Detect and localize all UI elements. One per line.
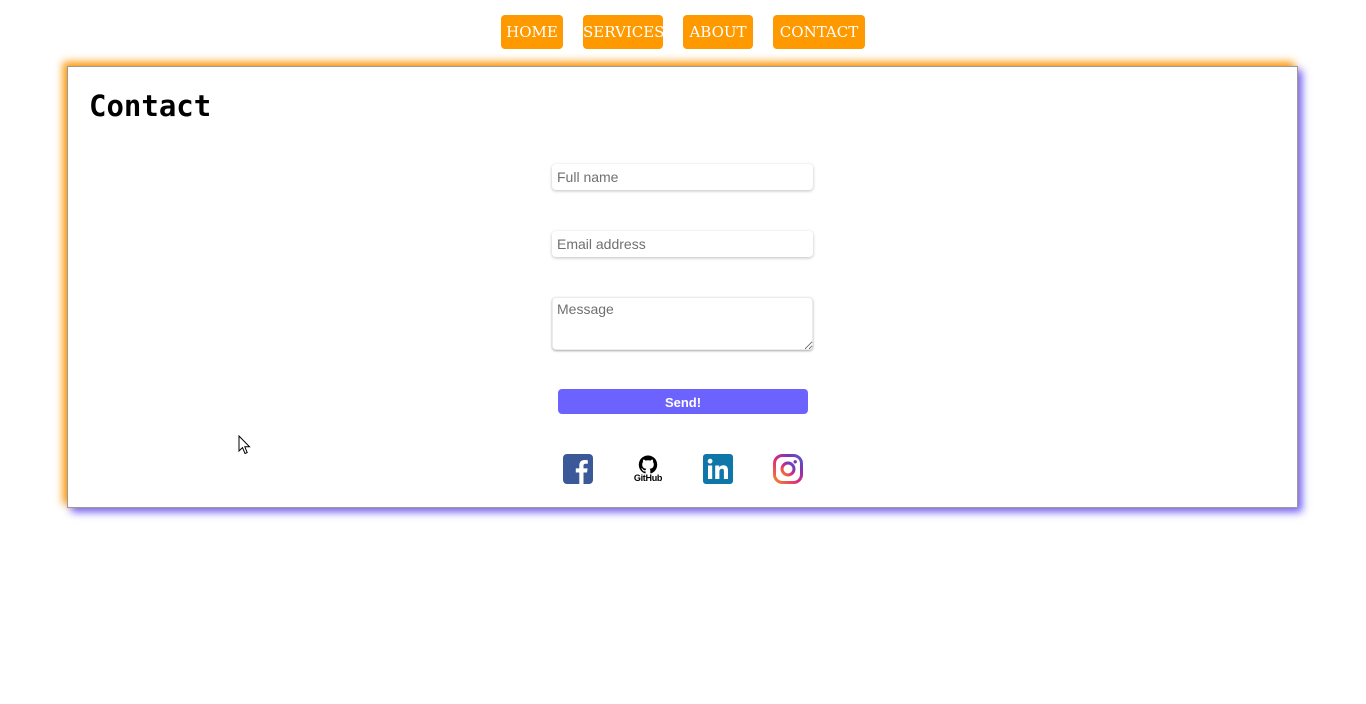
github-wordmark: GitHub — [633, 473, 663, 483]
mouse-cursor-icon — [238, 435, 251, 455]
nav-contact-button[interactable]: CONTACT — [773, 15, 865, 49]
facebook-link[interactable] — [562, 453, 594, 485]
nav-services-button[interactable]: SERVICES — [583, 15, 664, 49]
page-title: Contact — [89, 89, 212, 123]
linkedin-link[interactable] — [702, 453, 734, 485]
full-name-input[interactable] — [552, 164, 813, 190]
github-link[interactable]: GitHub — [632, 453, 664, 485]
facebook-icon — [563, 454, 593, 484]
top-nav: HOME SERVICES ABOUT CONTACT — [0, 15, 1366, 49]
instagram-link[interactable] — [772, 453, 804, 485]
send-button[interactable]: Send! — [558, 389, 808, 414]
linkedin-icon — [703, 454, 733, 484]
email-input[interactable] — [552, 231, 813, 257]
nav-home-button[interactable]: HOME — [501, 15, 563, 49]
instagram-icon — [773, 454, 803, 484]
nav-about-button[interactable]: ABOUT — [683, 15, 753, 49]
message-textarea[interactable] — [552, 297, 813, 350]
